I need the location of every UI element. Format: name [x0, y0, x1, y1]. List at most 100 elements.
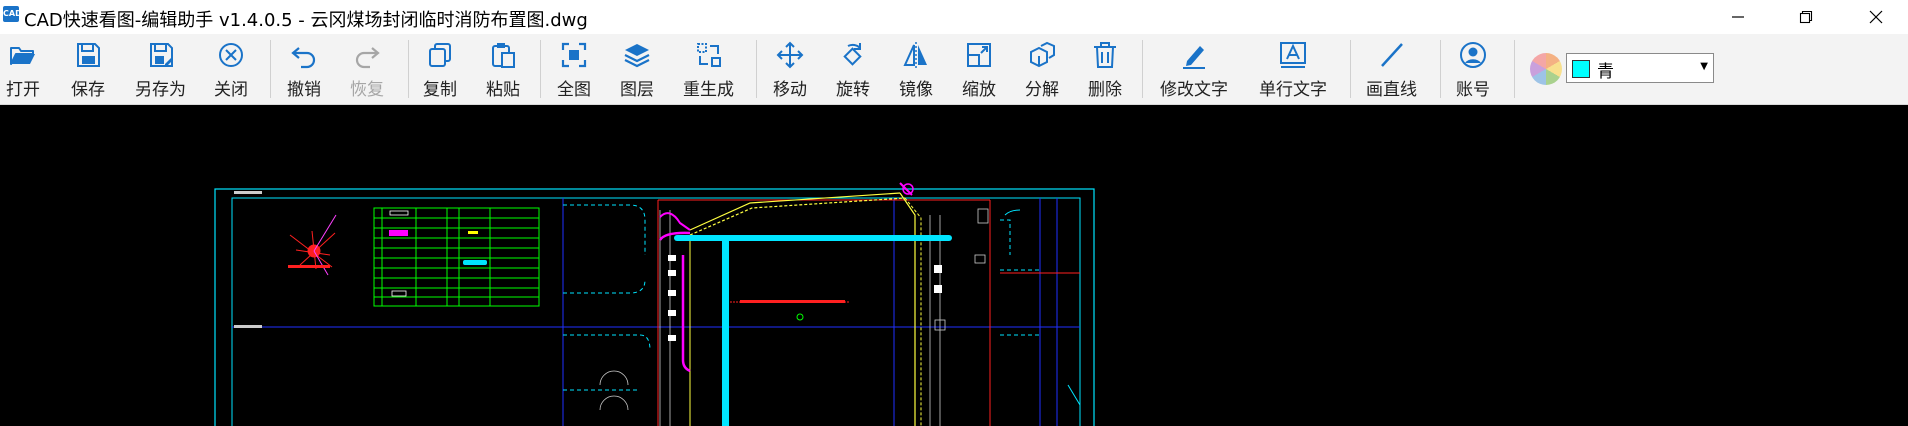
app-logo-icon: CAD — [3, 6, 22, 22]
toolbar-separator — [1142, 40, 1143, 98]
toolbar-separator — [540, 40, 541, 98]
delete-label: 删除 — [1088, 80, 1122, 100]
mirror-icon — [899, 38, 933, 72]
chevron-down-icon: ▼ — [1700, 61, 1708, 72]
paste-icon — [486, 38, 520, 72]
user-icon — [1456, 38, 1490, 72]
draw-line-button[interactable]: 画直线 — [1366, 38, 1417, 100]
fire-pipelines — [658, 182, 922, 426]
save-icon — [71, 38, 105, 72]
close-file-button[interactable]: 关闭 — [214, 38, 248, 100]
explode-label: 分解 — [1025, 80, 1059, 100]
restore-icon — [1799, 10, 1813, 24]
window-title: CAD快速看图-编辑助手 v1.4.0.5 - 云冈煤场封闭临时消防布置图.dw… — [24, 10, 588, 31]
toolbar-separator — [756, 40, 757, 98]
folder-open-icon — [6, 38, 40, 72]
copy-icon — [423, 38, 457, 72]
rotate-button[interactable]: 旋转 — [836, 38, 870, 100]
regen-label: 重生成 — [683, 80, 734, 100]
layers-label: 图层 — [620, 80, 654, 100]
close-window-button[interactable] — [1850, 0, 1902, 34]
edit-text-label: 修改文字 — [1160, 80, 1228, 100]
redo-label: 恢复 — [350, 80, 384, 100]
title-bar: CAD CAD快速看图-编辑助手 v1.4.0.5 - 云冈煤场封闭临时消防布置… — [0, 0, 1908, 34]
save-button[interactable]: 保存 — [71, 38, 105, 100]
color-wheel-icon[interactable] — [1530, 53, 1562, 85]
legend-symbol-cyan — [463, 260, 487, 265]
move-arrows-icon — [773, 38, 807, 72]
minimize-button[interactable] — [1712, 0, 1764, 34]
toolbar-separator — [1440, 40, 1441, 98]
drawing-frame-inner — [231, 197, 1081, 426]
copy-button[interactable]: 复制 — [423, 38, 457, 100]
single-text-button[interactable]: 单行文字 — [1259, 38, 1327, 100]
fit-all-label: 全图 — [557, 80, 591, 100]
move-button[interactable]: 移动 — [773, 38, 807, 100]
right-road-curve — [1004, 209, 1021, 216]
rotate-label: 旋转 — [836, 80, 870, 100]
scale-label: 缩放 — [962, 80, 996, 100]
scale-icon — [962, 38, 996, 72]
draw-line-label: 画直线 — [1366, 80, 1417, 100]
open-label: 打开 — [6, 80, 40, 100]
toolbar-separator — [1350, 40, 1351, 98]
move-label: 移动 — [773, 80, 807, 100]
paste-label: 粘贴 — [486, 80, 520, 100]
pencil-icon — [1177, 38, 1211, 72]
edit-text-button[interactable]: 修改文字 — [1160, 38, 1228, 100]
right-road-line — [1067, 384, 1081, 406]
account-label: 账号 — [1456, 80, 1490, 100]
legend-symbol-9 — [391, 290, 407, 297]
explode-cube-icon — [1025, 38, 1059, 72]
close-icon — [1869, 10, 1883, 24]
copy-label: 复制 — [423, 80, 457, 100]
line-icon — [1375, 38, 1409, 72]
layers-icon — [620, 38, 654, 72]
circle-x-icon — [214, 38, 248, 72]
restore-button[interactable] — [1780, 0, 1832, 34]
site-boundary — [657, 199, 1080, 426]
compass-caption — [288, 265, 330, 268]
legend-symbol-1 — [389, 210, 409, 216]
undo-button[interactable]: 撤销 — [287, 38, 321, 100]
annotation-red — [740, 300, 845, 303]
paste-button[interactable]: 粘贴 — [486, 38, 520, 100]
sheet-label-bottom — [234, 325, 262, 328]
fit-all-button[interactable]: 全图 — [557, 38, 591, 100]
axis-grid — [232, 198, 1080, 426]
close-label: 关闭 — [214, 80, 248, 100]
regenerate-icon — [692, 38, 726, 72]
legend-symbol-yellow — [468, 231, 478, 234]
temporary-fire-pipe — [674, 235, 952, 426]
toolbar-separator — [408, 40, 409, 98]
toolbar-separator — [1514, 40, 1515, 98]
color-select[interactable]: 青 ▼ — [1566, 53, 1714, 83]
scale-button[interactable]: 缩放 — [962, 38, 996, 100]
regen-button[interactable]: 重生成 — [683, 38, 734, 100]
color-swatch — [1572, 60, 1590, 78]
redo-icon — [350, 38, 384, 72]
delete-button[interactable]: 删除 — [1088, 38, 1122, 100]
legend-symbol-magenta — [389, 230, 408, 236]
account-button[interactable]: 账号 — [1456, 38, 1490, 100]
mirror-label: 镜像 — [899, 80, 933, 100]
color-name: 青 — [1597, 62, 1614, 82]
open-button[interactable]: 打开 — [6, 38, 40, 100]
save-as-label: 另存为 — [135, 80, 186, 100]
redo-button[interactable]: 恢复 — [350, 38, 384, 100]
fit-screen-icon — [557, 38, 591, 72]
trash-icon — [1088, 38, 1122, 72]
mirror-button[interactable]: 镜像 — [899, 38, 933, 100]
drawing-canvas[interactable] — [0, 105, 1908, 426]
save-as-button[interactable]: 另存为 — [135, 38, 186, 100]
sheet-label-top — [234, 191, 262, 194]
undo-icon — [287, 38, 321, 72]
undo-label: 撤销 — [287, 80, 321, 100]
layers-button[interactable]: 图层 — [620, 38, 654, 100]
cad-drawing — [214, 182, 1095, 426]
single-text-label: 单行文字 — [1259, 80, 1327, 100]
explode-button[interactable]: 分解 — [1025, 38, 1059, 100]
marker-green — [796, 313, 804, 321]
text-a-icon — [1276, 38, 1310, 72]
road-outlines — [563, 204, 1040, 391]
